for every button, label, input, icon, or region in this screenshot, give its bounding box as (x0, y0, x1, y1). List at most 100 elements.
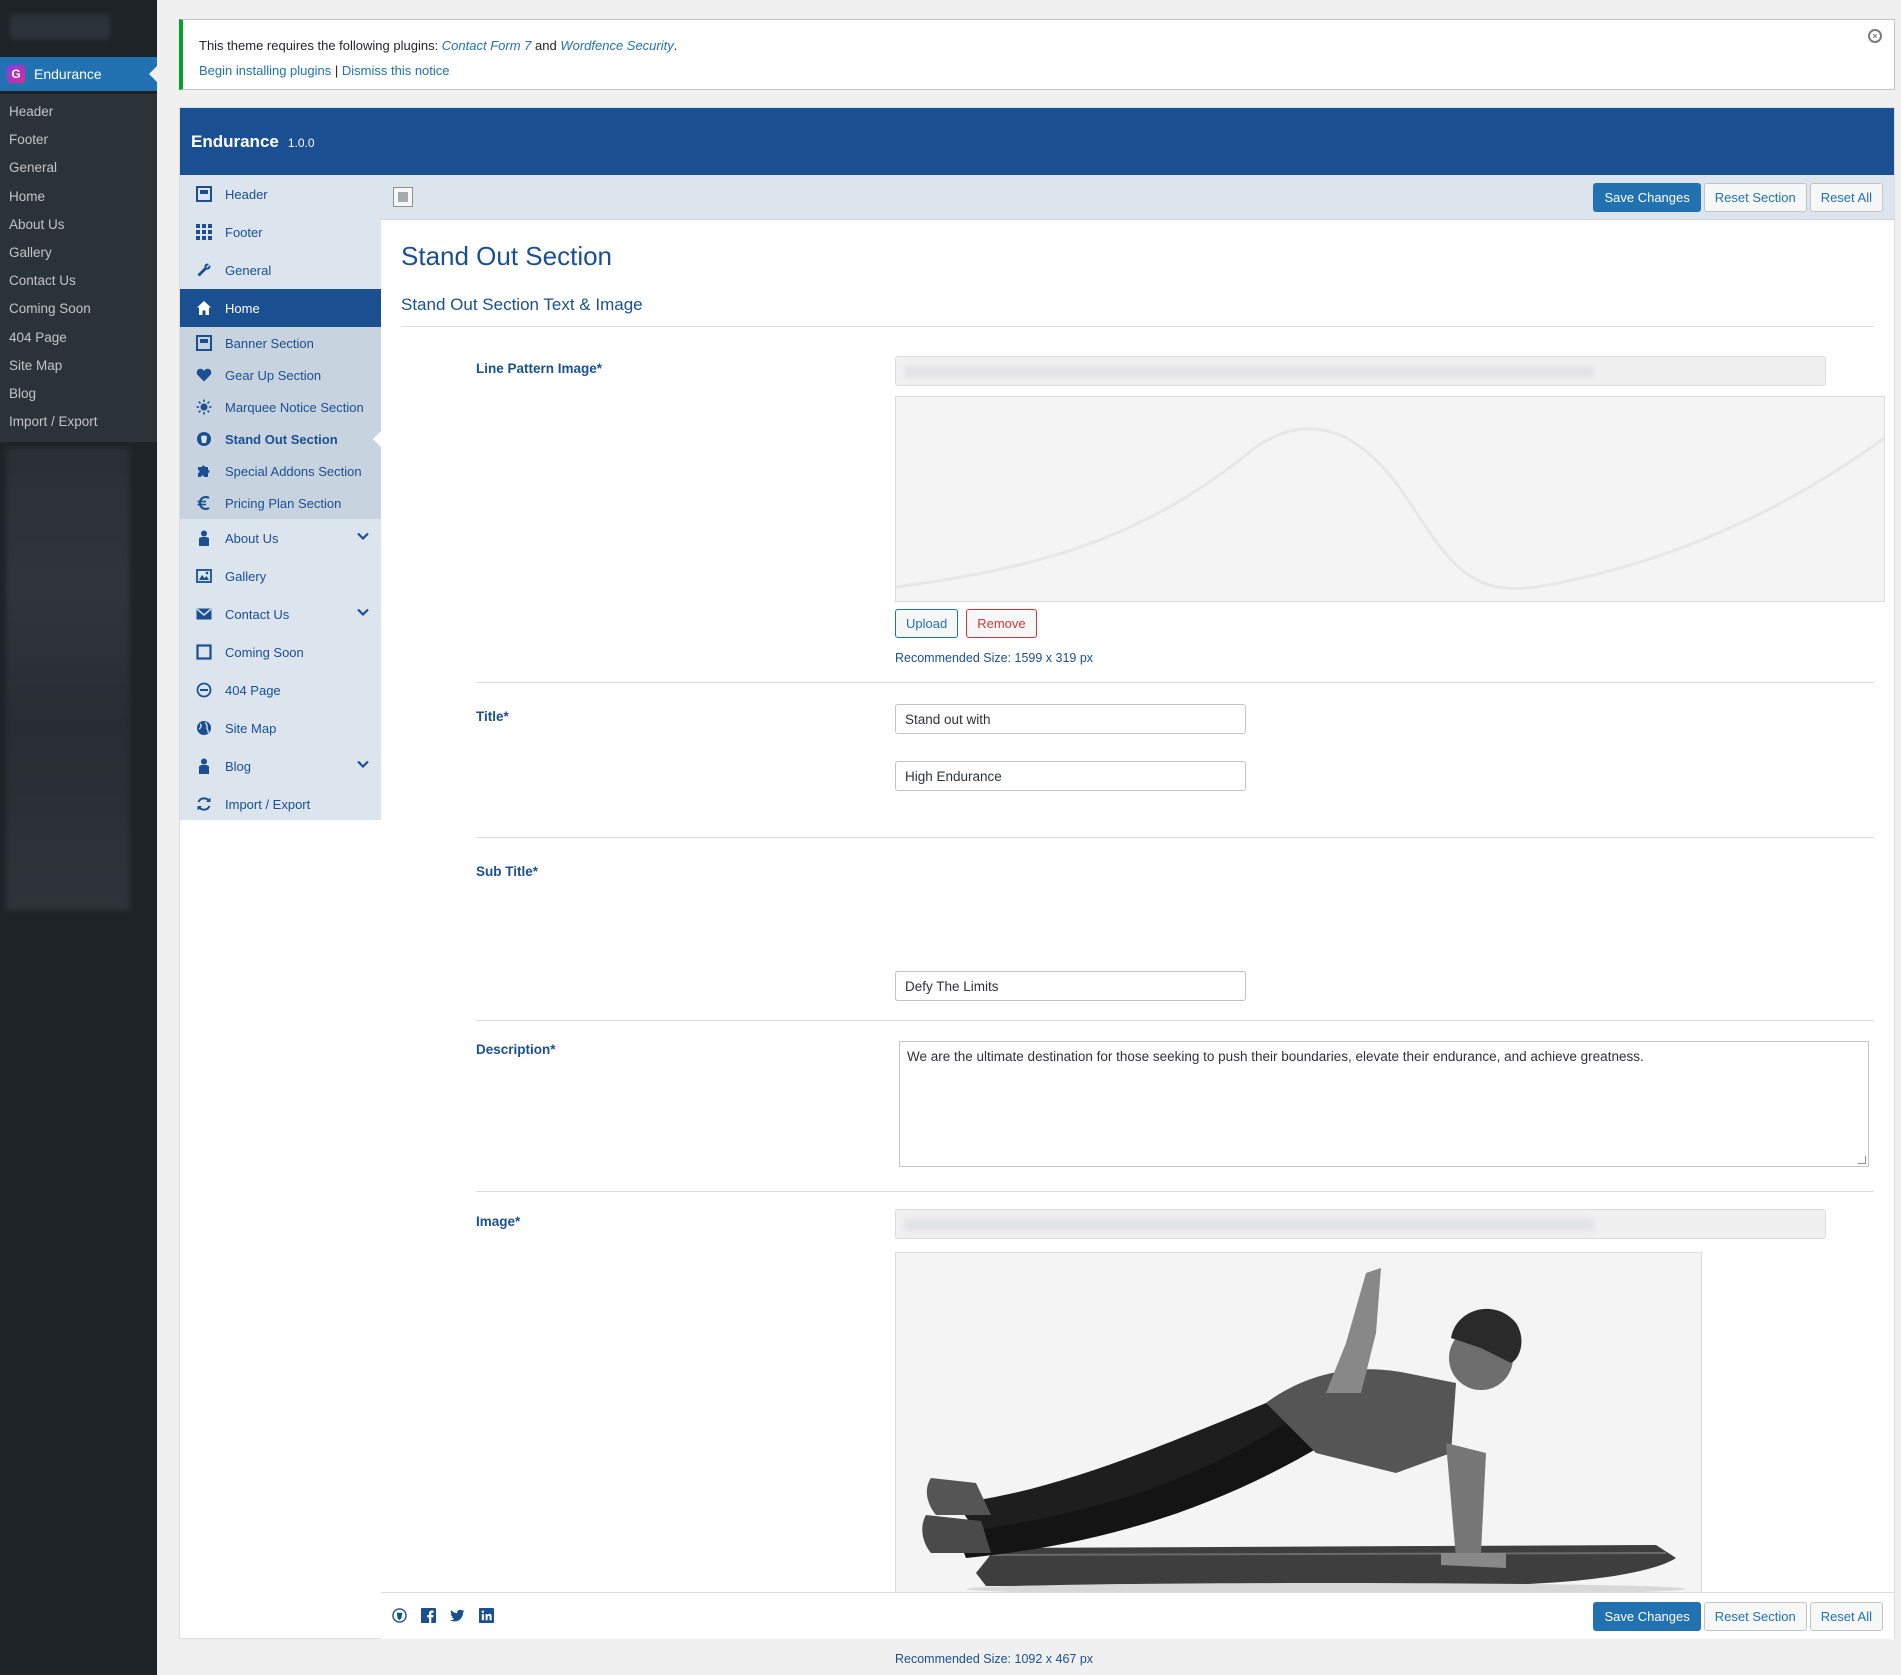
submenu-blog[interactable]: Blog (0, 380, 157, 408)
nav-blog-label: Blog (225, 758, 252, 774)
nav-import-export[interactable]: Import / Export (180, 785, 381, 823)
refresh-icon (195, 795, 213, 813)
line-pattern-preview (895, 396, 1885, 602)
plugin-link-contact-form-7[interactable]: Contact Form 7 (442, 38, 532, 53)
nav-gallery[interactable]: Gallery (180, 557, 381, 595)
subtitle-input[interactable]: Defy The Limits (895, 971, 1246, 1001)
subsection-title: Stand Out Section Text & Image (401, 295, 643, 314)
save-changes-button[interactable]: Save Changes (1593, 183, 1701, 212)
nav-footer[interactable]: Footer (180, 213, 381, 251)
notice-and: and (531, 38, 561, 53)
expand-options-icon[interactable] (393, 187, 413, 207)
close-icon[interactable]: × (1868, 29, 1882, 43)
submenu-404-page[interactable]: 404 Page (0, 324, 157, 352)
plugin-link-wordfence[interactable]: Wordfence Security (560, 38, 673, 53)
nav-contact-us-label: Contact Us (225, 606, 290, 622)
nav-marquee-notice-section-label: Marquee Notice Section (225, 399, 364, 415)
line-pattern-image (896, 397, 1884, 601)
nav-footer-label: Footer (225, 224, 263, 240)
nav-general-label: General (225, 262, 272, 278)
reset-section-button[interactable]: Reset Section (1703, 183, 1807, 212)
notice-message: This theme requires the following plugin… (199, 38, 1878, 53)
blurred-url (904, 1219, 1594, 1231)
line-pattern-remove-button[interactable]: Remove (966, 609, 1037, 638)
line-pattern-label: Line Pattern Image* (476, 361, 603, 376)
facebook-icon[interactable] (420, 1607, 436, 1623)
nav-marquee-notice-section[interactable]: Marquee Notice Section (180, 391, 381, 423)
divider (476, 1020, 1874, 1021)
nav-banner-section[interactable]: Banner Section (180, 327, 381, 359)
submenu-footer[interactable]: Footer (0, 126, 157, 154)
theme-name: Endurance (191, 131, 279, 151)
divider (476, 1191, 1874, 1192)
submenu-header[interactable]: Header (0, 98, 157, 126)
linkedin-icon[interactable] (478, 1607, 494, 1623)
redux-icon[interactable] (391, 1607, 407, 1623)
title-line1-input[interactable]: Stand out with (895, 704, 1246, 734)
nav-stand-out-section-label: Stand Out Section (225, 431, 338, 447)
minus-circle-icon (195, 681, 213, 699)
nav-home[interactable]: Home (180, 289, 381, 327)
nav-import-export-label: Import / Export (225, 796, 311, 812)
image-url-input[interactable] (895, 1209, 1826, 1239)
reset-all-button[interactable]: Reset All (1809, 1602, 1883, 1631)
nav-gear-up-section[interactable]: Gear Up Section (180, 359, 381, 391)
bottom-button-row: Save Changes Reset Section Reset All (1593, 1602, 1883, 1631)
dismiss-notice-link[interactable]: Dismiss this notice (342, 63, 450, 78)
wp-admin-sidebar: G Endurance Header Footer General Home A… (0, 0, 157, 1675)
chevron-down-icon[interactable] (357, 529, 369, 545)
chevron-down-icon[interactable] (357, 757, 369, 773)
submenu-about-us[interactable]: About Us (0, 211, 157, 239)
submenu-gallery[interactable]: Gallery (0, 239, 157, 267)
reset-all-button[interactable]: Reset All (1809, 183, 1883, 212)
line-pattern-upload-button[interactable]: Upload (895, 609, 959, 638)
line-pattern-buttons: Upload Remove (895, 609, 1037, 638)
submenu-contact-us[interactable]: Contact Us (0, 267, 157, 295)
notice-period: . (673, 38, 678, 53)
description-textarea[interactable]: We are the ultimate destination for thos… (899, 1041, 1869, 1167)
nav-about-us-label: About Us (225, 530, 279, 546)
nav-coming-soon[interactable]: Coming Soon (180, 633, 381, 671)
submenu-home[interactable]: Home (0, 183, 157, 211)
submenu-import-export[interactable]: Import / Export (0, 408, 157, 436)
home-subnav: Banner Section Gear Up Section Marquee N… (180, 327, 381, 519)
section-title: Stand Out Section (401, 241, 613, 271)
home-icon (195, 299, 213, 317)
menu-item-endurance[interactable]: G Endurance (0, 57, 157, 91)
nav-pricing-plan-section[interactable]: Pricing Plan Section (180, 487, 381, 519)
begin-installing-link[interactable]: Begin installing plugins (199, 63, 331, 78)
image-icon (195, 567, 213, 585)
active-menu-arrow (149, 66, 157, 82)
notice-divider: | (331, 63, 342, 78)
image-label: Image* (476, 1214, 521, 1229)
resize-handle-icon[interactable] (1858, 1156, 1866, 1164)
title-line2-input[interactable]: High Endurance (895, 761, 1246, 791)
notice-text: This theme requires the following plugin… (199, 38, 442, 53)
nav-blog[interactable]: Blog (180, 747, 381, 785)
nav-contact-us[interactable]: Contact Us (180, 595, 381, 633)
submenu-site-map[interactable]: Site Map (0, 352, 157, 380)
globe-icon (195, 719, 213, 737)
reset-section-button[interactable]: Reset Section (1703, 1602, 1807, 1631)
nav-404-page[interactable]: 404 Page (180, 671, 381, 709)
blurred-menu-item (10, 14, 110, 40)
description-text: We are the ultimate destination for thos… (907, 1049, 1644, 1064)
social-links (391, 1607, 494, 1623)
nav-header[interactable]: Header (180, 175, 381, 213)
line-pattern-url-input[interactable] (895, 356, 1826, 386)
twitter-icon[interactable] (449, 1607, 465, 1623)
divider (401, 326, 1874, 327)
nav-general[interactable]: General (180, 251, 381, 289)
save-changes-button[interactable]: Save Changes (1593, 1602, 1701, 1631)
grid-icon (195, 223, 213, 241)
chevron-down-icon[interactable] (357, 605, 369, 621)
wp-submenu: Header Footer General Home About Us Gall… (0, 94, 157, 442)
submenu-coming-soon[interactable]: Coming Soon (0, 295, 157, 323)
nav-stand-out-section[interactable]: Stand Out Section (180, 423, 381, 455)
nav-banner-section-label: Banner Section (225, 335, 314, 351)
nav-site-map[interactable]: Site Map (180, 709, 381, 747)
nav-about-us[interactable]: About Us (180, 519, 381, 557)
submenu-general[interactable]: General (0, 154, 157, 182)
nav-special-addons-section[interactable]: Special Addons Section (180, 455, 381, 487)
nav-coming-soon-label: Coming Soon (225, 644, 304, 660)
